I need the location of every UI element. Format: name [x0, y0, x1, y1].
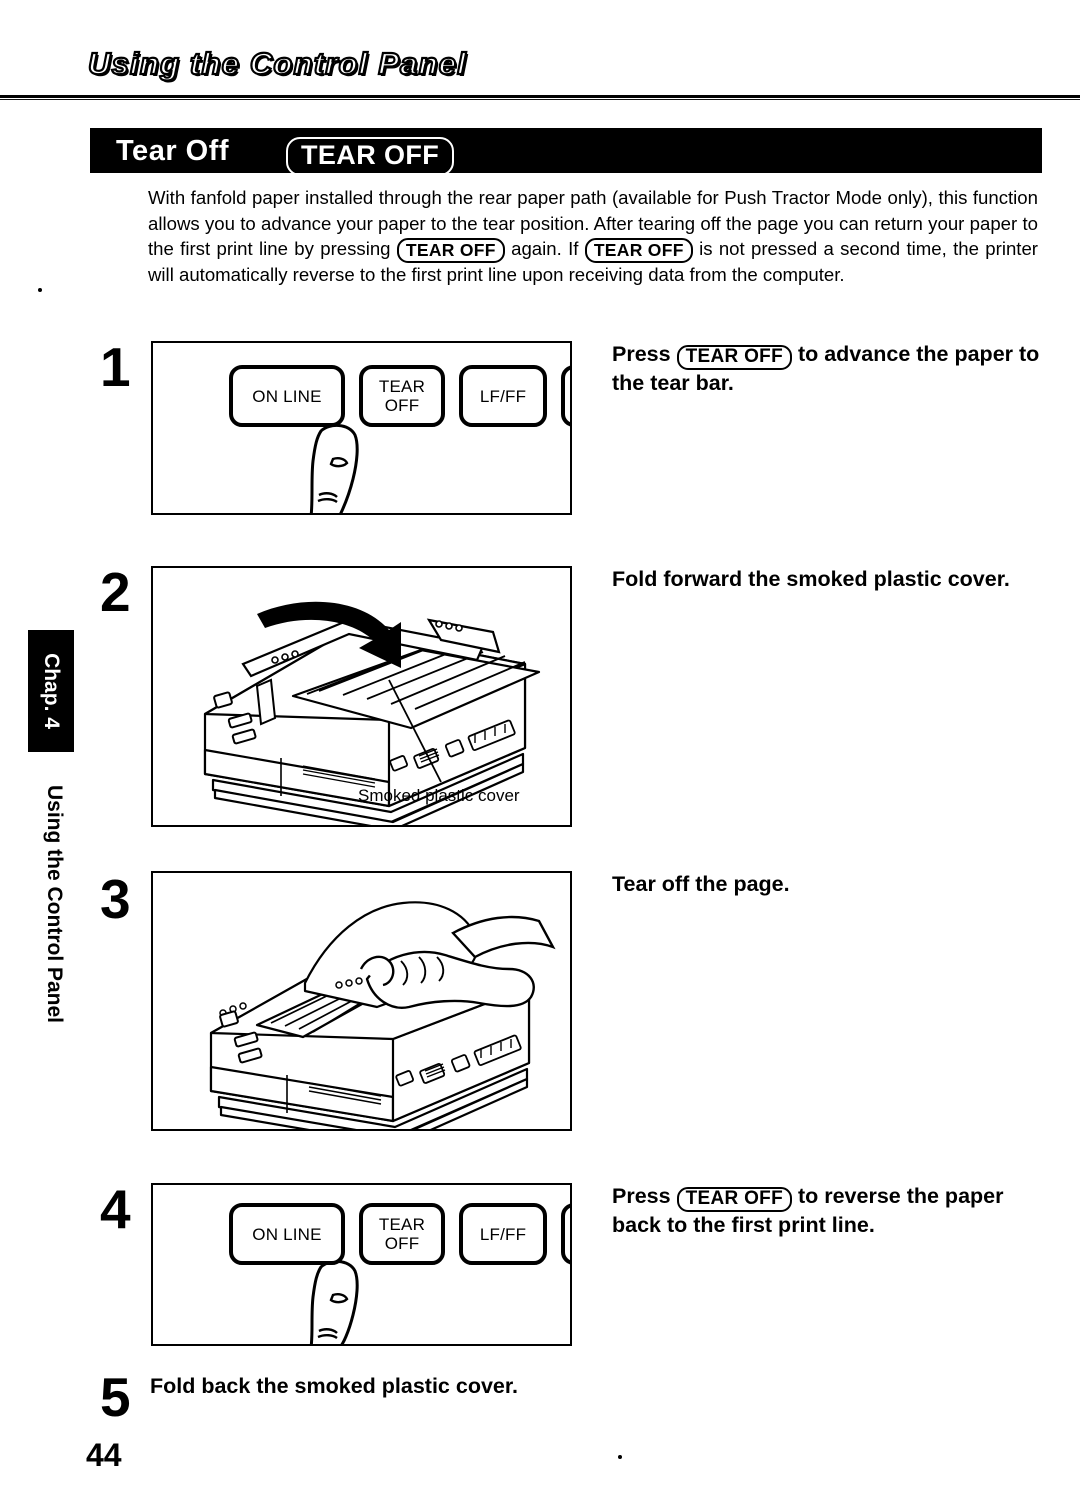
section-key-badge: TEAR OFF	[286, 137, 455, 176]
control-panel-button-row-2: ON LINE TEAR OFF LF/FF LOAD PARK	[229, 1203, 570, 1265]
button-tear-off-label-line2-1: OFF	[384, 396, 420, 415]
chapter-running-title: Using the Control Panel	[43, 785, 66, 1024]
smoked-plastic-cover-callout: Smoked plastic cover	[358, 786, 520, 805]
button-lf-ff-label-1: LF/FF	[479, 386, 527, 406]
button-tear-off-label-line1-2: TEAR	[378, 1215, 426, 1234]
step-4-tear-off-keycap: TEAR OFF	[676, 1187, 792, 1212]
button-load-park-2[interactable]: LOAD PARK	[561, 1203, 570, 1265]
step-1-text-part2: to advance the paper to the tear bar.	[612, 342, 1040, 395]
step-4-text-part1: Press	[612, 1184, 671, 1208]
button-load-park-1[interactable]: LOAD PARK	[561, 365, 570, 427]
button-on-line-2[interactable]: ON LINE	[229, 1203, 345, 1265]
button-lf-ff-label-2: LF/FF	[479, 1224, 527, 1244]
step-1-text-part1: Press	[612, 342, 671, 366]
header-rule	[0, 95, 1080, 98]
tear-off-keycap-inline-2: TEAR OFF	[584, 238, 693, 264]
button-tear-off-2[interactable]: TEAR OFF	[359, 1203, 445, 1265]
step-1-tear-off-keycap: TEAR OFF	[676, 345, 792, 370]
running-head: Using the Control Panel	[87, 45, 467, 82]
step-4-text-part2: to reverse the paper back to the first p…	[612, 1184, 1004, 1237]
step-2-text-part1: Fold forward the smoked plastic cover.	[612, 567, 1010, 591]
step-4-instruction: Press TEAR OFF to reverse the paper back…	[612, 1182, 1057, 1239]
section-banner: Tear Off TEAR OFF	[90, 128, 1042, 176]
step-number-1: 1	[100, 336, 131, 398]
scan-artifact-dot-bottom	[618, 1455, 622, 1459]
step-1-instruction: Press TEAR OFF to advance the paper to t…	[612, 340, 1052, 397]
button-tear-off-label-line1-1: TEAR	[378, 377, 426, 396]
step-number-2: 2	[100, 561, 131, 623]
chapter-tab-label: Chap. 4	[40, 653, 63, 729]
step-number-4: 4	[100, 1178, 131, 1240]
step-2-instruction: Fold forward the smoked plastic cover.	[612, 565, 1052, 593]
control-panel-button-row-1: ON LINE TEAR OFF LF/FF LOAD PARK	[229, 365, 570, 427]
step-3-text-part1: Tear off the page.	[612, 872, 790, 896]
step-5-text-part1: Fold back the smoked plastic cover.	[150, 1374, 519, 1398]
printer-tear-page-diagram	[209, 901, 556, 1129]
intro-paragraph: With fanfold paper installed through the…	[148, 185, 1038, 288]
step-5-instruction: Fold back the smoked plastic cover.	[150, 1372, 610, 1400]
page-number: 44	[86, 1437, 122, 1473]
step-2-illustration-frame: Smoked plastic cover	[151, 566, 572, 827]
step-4-illustration-frame: ON LINE TEAR OFF LF/FF LOAD PARK	[151, 1183, 572, 1346]
button-tear-off-1[interactable]: TEAR OFF	[359, 365, 445, 427]
step-3-instruction: Tear off the page.	[612, 870, 1052, 898]
step-number-5: 5	[100, 1366, 131, 1428]
intro-text-part2: again. If	[511, 238, 579, 260]
section-title: Tear Off	[116, 135, 230, 167]
button-tear-off-label-line2-2: OFF	[384, 1234, 420, 1253]
tear-off-keycap-inline-1: TEAR OFF	[396, 238, 505, 264]
step-3-illustration-frame	[151, 871, 572, 1131]
header-rule-thin	[0, 99, 1080, 100]
button-on-line-label-2: ON LINE	[252, 1224, 322, 1244]
step-number-3: 3	[100, 868, 131, 930]
button-on-line-label-1: ON LINE	[252, 386, 322, 406]
button-lf-ff-2[interactable]: LF/FF	[459, 1203, 547, 1265]
scan-artifact-dot	[38, 288, 42, 292]
step-1-illustration-frame: ON LINE TEAR OFF LF/FF LOAD PARK	[151, 341, 572, 515]
chapter-tab: Chap. 4	[28, 630, 74, 752]
button-on-line-1[interactable]: ON LINE	[229, 365, 345, 427]
button-lf-ff-1[interactable]: LF/FF	[459, 365, 547, 427]
